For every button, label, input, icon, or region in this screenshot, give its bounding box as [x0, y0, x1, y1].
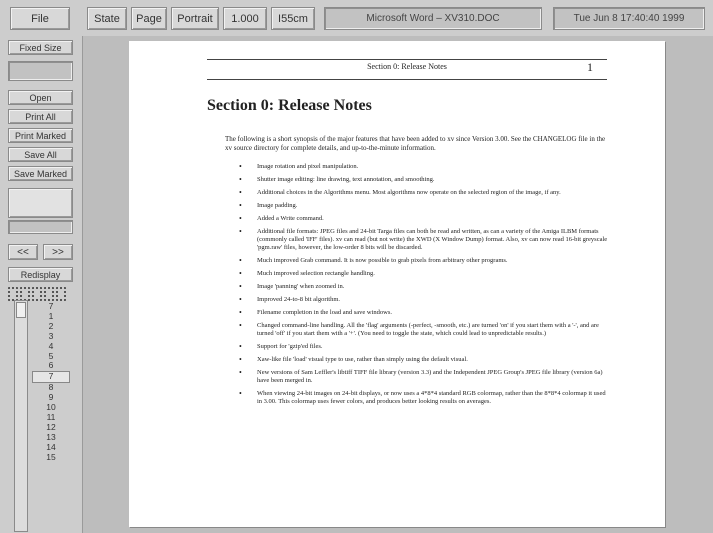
header-rule-top	[207, 59, 607, 60]
redisplay-button[interactable]: Redisplay	[8, 267, 73, 282]
header-rule-bottom	[207, 79, 607, 80]
list-item: New versions of Sam Leffler's libtiff TI…	[225, 369, 609, 385]
page-list-item[interactable]: 6	[32, 361, 70, 371]
orientation-button[interactable]: Portrait	[171, 7, 219, 30]
list-item: Changed command-line handling. All the '…	[225, 322, 609, 338]
clock-field: Tue Jun 8 17:40:40 1999	[553, 7, 705, 30]
list-item: When viewing 24-bit images on 24-bit dis…	[225, 390, 609, 406]
window-title-field: Microsoft Word – XV310.DOC	[324, 7, 542, 30]
document-viewport[interactable]: Section 0: Release Notes 1 Section 0: Re…	[83, 36, 713, 533]
page-preview[interactable]	[8, 188, 73, 218]
list-item: Much improved Grab command. It is now po…	[225, 257, 609, 265]
list-item: Image rotation and pixel manipulation.	[225, 163, 609, 171]
scrollbar-thumb[interactable]	[16, 302, 26, 318]
open-button[interactable]: Open	[8, 90, 73, 105]
print-all-button[interactable]: Print All	[8, 109, 73, 124]
list-item: Shutter image editing: line drawing, tex…	[225, 176, 609, 184]
unit-button[interactable]: I55cm	[271, 7, 315, 30]
print-marked-button[interactable]: Print Marked	[8, 128, 73, 143]
file-menu-button[interactable]: File	[10, 7, 70, 30]
zoom-button[interactable]: 1.000	[223, 7, 267, 30]
control-panel: Fixed Size Open Print All Print Marked S…	[0, 36, 83, 533]
page-button[interactable]: Page	[131, 7, 167, 30]
page-number: 1	[587, 60, 593, 74]
page-list-scrollbar[interactable]	[14, 300, 28, 532]
filename-field[interactable]	[8, 61, 73, 81]
list-item: Added a Write command.	[225, 215, 609, 223]
state-button[interactable]: State	[87, 7, 127, 30]
list-item: Additional choices in the Algorithms men…	[225, 189, 609, 197]
page-list: 7 1 2 3 4 5 6 7 8 9 10 11 12 13 14 15	[32, 301, 70, 463]
list-item: Much improved selection rectangle handli…	[225, 270, 609, 278]
feature-list: Image rotation and pixel manipulation. S…	[225, 163, 609, 411]
list-item: Support for 'gzip'ed files.	[225, 343, 609, 351]
list-item: Improved 24-to-8 bit algorithm.	[225, 296, 609, 304]
section-title: Section 0: Release Notes	[207, 97, 372, 114]
page-list-item[interactable]: 15	[32, 452, 70, 463]
page-preview-strip	[8, 220, 73, 234]
running-header: Section 0: Release Notes	[367, 62, 447, 71]
intro-paragraph: The following is a short synopsis of the…	[225, 135, 606, 152]
next-page-button[interactable]: >>	[43, 244, 73, 260]
list-item: Image 'panning' when zoomed in.	[225, 283, 609, 291]
list-item: Image padding.	[225, 202, 609, 210]
fixed-size-button[interactable]: Fixed Size	[8, 40, 73, 55]
document-page: Section 0: Release Notes 1 Section 0: Re…	[129, 41, 665, 527]
save-all-button[interactable]: Save All	[8, 147, 73, 162]
save-marked-button[interactable]: Save Marked	[8, 166, 73, 181]
list-item: Xaw-like file 'load' visual type to use,…	[225, 356, 609, 364]
list-item: Additional file formats: JPEG files and …	[225, 228, 609, 252]
list-item: Filename completion in the load and save…	[225, 309, 609, 317]
prev-page-button[interactable]: <<	[8, 244, 38, 260]
